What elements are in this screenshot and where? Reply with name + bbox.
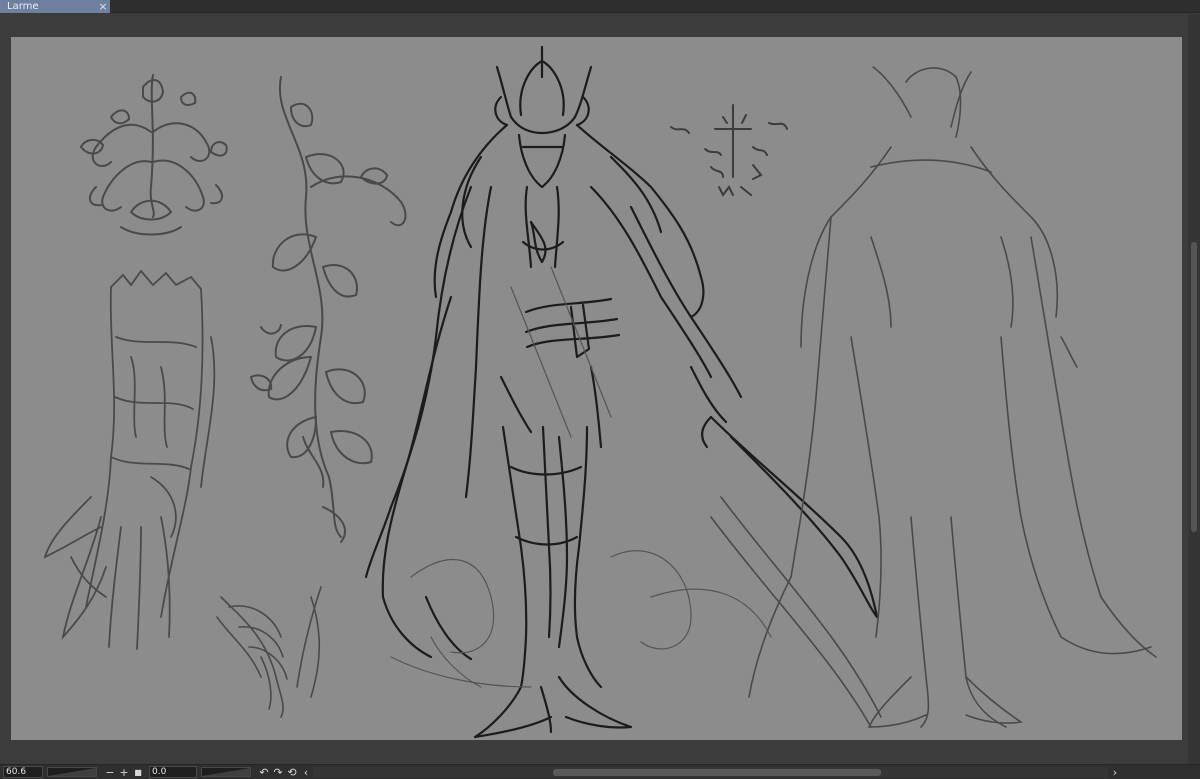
- canvas-workspace[interactable]: [0, 14, 1188, 764]
- zoom-out-icon[interactable]: −: [103, 766, 117, 779]
- horizontal-scroll-thumb[interactable]: [553, 768, 881, 776]
- scroll-right-icon[interactable]: ›: [1108, 766, 1122, 779]
- rotation-field[interactable]: [149, 766, 197, 778]
- zoom-field[interactable]: [3, 766, 43, 778]
- vertical-scrollbar[interactable]: [1188, 14, 1200, 764]
- rotate-left-icon[interactable]: ↶: [257, 766, 271, 779]
- fit-screen-icon[interactable]: ■: [131, 766, 145, 778]
- sketch-artwork: [11, 37, 1182, 740]
- zoom-slider-fill: [48, 768, 96, 776]
- zoom-slider[interactable]: [47, 767, 97, 777]
- rotation-slider[interactable]: [201, 767, 251, 777]
- zoom-in-icon[interactable]: +: [117, 766, 131, 779]
- document-tab-title: Larme: [7, 1, 39, 12]
- rotate-right-icon[interactable]: ↷: [271, 766, 285, 779]
- status-bar: − + ■ ↶ ↷ ⟲ ‹ ›: [0, 764, 1200, 779]
- reset-rotation-icon[interactable]: ⟲: [285, 766, 299, 779]
- close-icon[interactable]: ×: [96, 0, 110, 13]
- scroll-left-icon[interactable]: ‹: [299, 766, 313, 779]
- drawing-canvas[interactable]: [11, 37, 1182, 740]
- document-tab[interactable]: Larme ×: [0, 0, 110, 13]
- document-tab-bar: Larme ×: [0, 0, 1200, 13]
- paint-app-window: Larme × 60.6 − + ■ 0.0 ↶ ↷ ⟲ ‹ ›: [0, 0, 1200, 779]
- horizontal-scrollbar[interactable]: [313, 766, 1108, 778]
- rotation-slider-fill: [202, 768, 250, 776]
- vertical-scroll-thumb[interactable]: [1191, 242, 1197, 532]
